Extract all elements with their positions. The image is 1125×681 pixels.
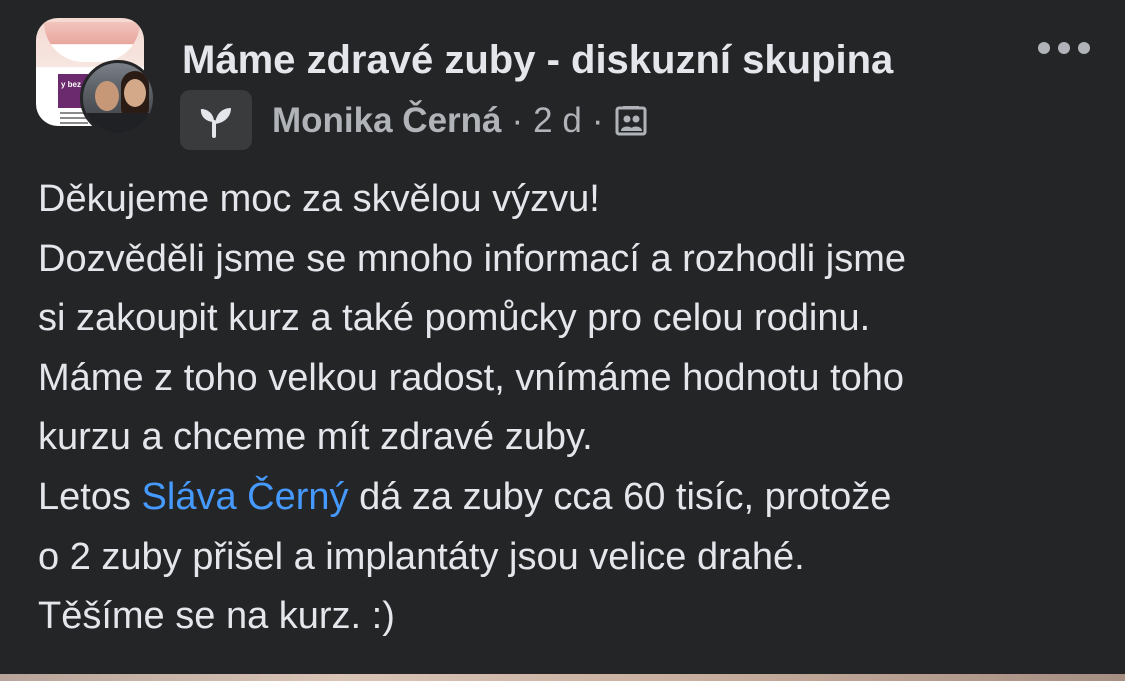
more-dot bbox=[1058, 42, 1070, 54]
post-line: o 2 zuby přišel a implantáty jsou velice… bbox=[38, 535, 805, 578]
author-avatar[interactable] bbox=[80, 60, 156, 136]
post-meta: Monika Černá · 2 d · bbox=[272, 99, 647, 143]
post-line-with-mention: Letos Sláva Černý dá za zuby cca 60 tisí… bbox=[38, 468, 1108, 528]
post-line: si zakoupit kurz a také pomůcky pro celo… bbox=[38, 297, 871, 340]
post-line: Těšíme se na kurz. :) bbox=[38, 595, 395, 638]
post-line: kurzu a chceme mít zdravé zuby. bbox=[38, 416, 593, 459]
meta-separator: · bbox=[511, 101, 524, 140]
avatar-face-left bbox=[95, 81, 119, 111]
group-avatar-image bbox=[44, 22, 140, 62]
sprout-icon bbox=[200, 108, 231, 138]
author-name-link[interactable]: Monika Černá bbox=[272, 101, 502, 141]
post-line: Děkujeme moc za skvělou výzvu! bbox=[38, 178, 600, 220]
more-dot bbox=[1078, 42, 1090, 54]
avatar-face-right bbox=[124, 79, 146, 107]
newcomer-badge[interactable] bbox=[180, 90, 252, 150]
post-line: Dozvěděli jsme se mnoho informací a rozh… bbox=[38, 237, 907, 280]
more-options-icon[interactable] bbox=[1038, 38, 1092, 58]
more-dot bbox=[1038, 42, 1050, 54]
post-text-fragment: Letos bbox=[38, 475, 142, 518]
mention-link[interactable]: Sláva Černý bbox=[142, 476, 349, 518]
attached-image-edge[interactable] bbox=[0, 674, 1125, 681]
avatar-body bbox=[83, 113, 153, 133]
post-timestamp[interactable]: 2 d bbox=[533, 101, 582, 141]
post-body: Děkujeme moc za skvělou výzvu! Dozvěděli… bbox=[38, 170, 1108, 647]
group-name-link[interactable]: Máme zdravé zuby - diskuzní skupina bbox=[182, 38, 893, 83]
post-text-fragment: dá za zuby cca 60 tisíc, protože bbox=[348, 475, 892, 518]
members-icon[interactable] bbox=[615, 105, 647, 137]
post-line: Máme z toho velkou radost, vnímáme hodno… bbox=[38, 356, 905, 399]
group-avatar-text: y bez bbox=[61, 80, 82, 89]
meta-separator: · bbox=[591, 101, 604, 140]
